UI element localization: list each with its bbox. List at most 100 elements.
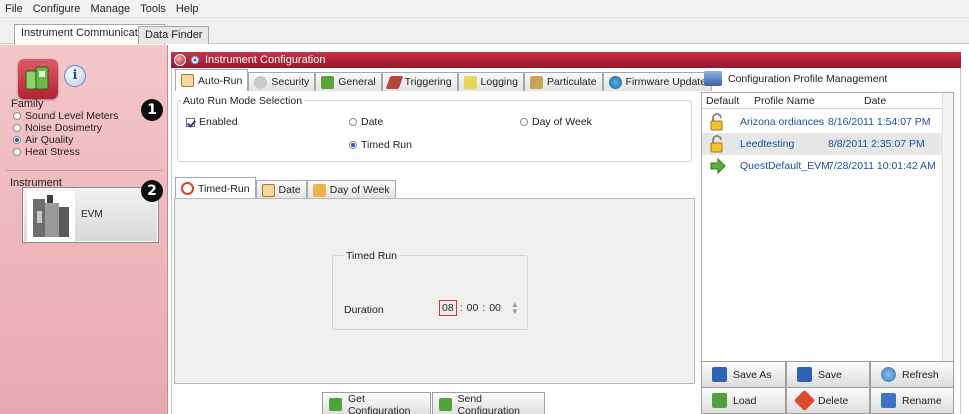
button-label: Save As bbox=[733, 368, 772, 381]
column-default[interactable]: Default bbox=[706, 95, 739, 107]
load-button[interactable]: Load bbox=[701, 387, 786, 414]
lock-icon bbox=[710, 113, 723, 131]
family-option-label: Sound Level Meters bbox=[25, 110, 119, 122]
gear-icon bbox=[189, 54, 201, 66]
tab-triggering[interactable]: Triggering bbox=[381, 72, 458, 91]
menu-help[interactable]: Help bbox=[176, 3, 199, 15]
mode-option-date[interactable]: Date bbox=[349, 116, 383, 128]
calendar-week-icon bbox=[312, 183, 326, 197]
logging-icon bbox=[463, 75, 477, 89]
auto-run-mode-group bbox=[177, 100, 692, 162]
radio-icon[interactable] bbox=[13, 148, 21, 156]
profile-date: 8/16/2011 1:54:07 PM bbox=[828, 116, 931, 128]
close-icon[interactable] bbox=[174, 54, 186, 66]
delete-button[interactable]: Delete bbox=[786, 387, 870, 414]
duration-time-input[interactable]: 08 : 00 : 00 ▲ ▼ bbox=[439, 300, 519, 316]
save-button[interactable]: Save bbox=[786, 361, 870, 388]
menu-manage[interactable]: Manage bbox=[90, 3, 130, 15]
family-option-label: Noise Dosimetry bbox=[25, 122, 103, 134]
download-icon bbox=[329, 398, 342, 411]
config-title: Instrument Configuration bbox=[205, 54, 326, 66]
security-icon bbox=[254, 75, 268, 89]
radio-icon[interactable] bbox=[520, 118, 528, 126]
mode-option-timed-run[interactable]: Timed Run bbox=[349, 139, 412, 151]
tab-label: Security bbox=[271, 76, 310, 88]
callout-badge-1: 1 bbox=[141, 99, 163, 121]
tab-label: Firmware Update bbox=[625, 76, 707, 88]
tab-security[interactable]: Security bbox=[248, 72, 316, 91]
family-group: Family Sound Level Meters Noise Dosimetr… bbox=[6, 97, 162, 169]
time-separator: : bbox=[459, 302, 463, 314]
family-option-label: Heat Stress bbox=[25, 146, 80, 158]
divider bbox=[6, 170, 162, 171]
auto-run-mode-title: Auto Run Mode Selection bbox=[181, 95, 305, 107]
menu-bar: File Configure Manage Tools Help bbox=[0, 0, 969, 18]
radio-icon[interactable] bbox=[13, 112, 21, 120]
delete-icon bbox=[793, 389, 816, 412]
profile-management-title: Configuration Profile Management bbox=[728, 72, 888, 85]
instrument-photo-icon bbox=[27, 191, 75, 241]
family-option-label: Air Quality bbox=[25, 134, 74, 146]
info-icon[interactable]: i bbox=[64, 65, 86, 87]
globe-icon bbox=[608, 75, 622, 89]
tab-label: Timed-Run bbox=[198, 182, 250, 195]
alarm-clock-icon bbox=[181, 182, 194, 195]
mode-option-day-of-week[interactable]: Day of Week bbox=[520, 116, 592, 128]
duration-label: Duration bbox=[344, 304, 384, 316]
mode-tab-strip: Timed-Run Date Day of Week bbox=[175, 175, 396, 199]
radio-icon[interactable] bbox=[349, 118, 357, 126]
radio-selected-icon[interactable] bbox=[13, 136, 21, 144]
column-date[interactable]: Date bbox=[864, 95, 886, 107]
enabled-checkbox[interactable]: Enabled bbox=[186, 116, 238, 128]
profile-row[interactable]: QuestDefault_EVM 7/28/2011 10:01:42 AM bbox=[702, 155, 943, 177]
radio-icon[interactable] bbox=[13, 124, 21, 132]
duration-minutes[interactable]: 00 bbox=[467, 302, 479, 314]
tab-date[interactable]: Date bbox=[255, 180, 307, 199]
profile-date: 8/8/2011 2:35:07 PM bbox=[828, 138, 925, 150]
profile-management-header: Configuration Profile Management bbox=[704, 71, 887, 86]
profile-scrollbar[interactable] bbox=[942, 93, 953, 361]
profile-row[interactable]: Arizona ordiances 8/16/2011 1:54:07 PM bbox=[702, 111, 943, 133]
mode-option-label: Timed Run bbox=[361, 139, 412, 151]
refresh-button[interactable]: Refresh bbox=[870, 361, 954, 388]
family-option-sound-level-meters[interactable]: Sound Level Meters bbox=[13, 110, 118, 122]
family-option-air-quality[interactable]: Air Quality bbox=[13, 134, 73, 146]
column-profile-name[interactable]: Profile Name bbox=[754, 95, 815, 107]
radio-selected-icon[interactable] bbox=[349, 141, 357, 149]
instrument-logo-icon[interactable] bbox=[18, 59, 58, 99]
button-label: Get Configuration bbox=[347, 392, 411, 414]
profile-row-selected[interactable]: Leedtesting 8/8/2011 2:35:07 PM bbox=[702, 133, 943, 155]
menu-configure[interactable]: Configure bbox=[33, 3, 81, 15]
send-configuration-button[interactable]: Send Configuration bbox=[432, 392, 545, 414]
rename-button[interactable]: Rename bbox=[870, 387, 954, 414]
duration-hours[interactable]: 08 bbox=[439, 300, 457, 316]
tab-particulate[interactable]: Particulate bbox=[523, 72, 603, 91]
duration-seconds[interactable]: 00 bbox=[489, 302, 501, 314]
menu-file[interactable]: File bbox=[5, 3, 23, 15]
tab-general[interactable]: General bbox=[315, 72, 382, 91]
general-icon bbox=[321, 75, 335, 89]
calendar-icon bbox=[261, 183, 275, 197]
menu-tools[interactable]: Tools bbox=[140, 3, 166, 15]
save-as-button[interactable]: Save As bbox=[701, 361, 786, 388]
profile-name: QuestDefault_EVM bbox=[740, 160, 830, 172]
family-option-noise-dosimetry[interactable]: Noise Dosimetry bbox=[13, 122, 102, 134]
tab-logging[interactable]: Logging bbox=[457, 72, 524, 91]
checkbox-checked-icon[interactable] bbox=[186, 117, 195, 127]
instrument-card-evm[interactable]: EVM bbox=[22, 187, 159, 243]
tab-label: Date bbox=[278, 184, 301, 196]
refresh-icon bbox=[881, 367, 896, 382]
tab-label: Particulate bbox=[546, 76, 597, 88]
tab-timed-run[interactable]: Timed-Run bbox=[175, 177, 256, 199]
get-configuration-button[interactable]: Get Configuration bbox=[322, 392, 431, 414]
tab-firmware-update[interactable]: Firmware Update bbox=[602, 72, 713, 91]
tab-day-of-week[interactable]: Day of Week bbox=[306, 180, 396, 199]
particulate-icon bbox=[529, 75, 543, 89]
tab-data-finder[interactable]: Data Finder bbox=[138, 26, 210, 44]
spinner-arrows-icon[interactable]: ▲ ▼ bbox=[511, 301, 519, 316]
arrow-right-icon bbox=[710, 157, 726, 175]
tab-auto-run[interactable]: Auto-Run bbox=[175, 69, 249, 91]
calendar-icon bbox=[181, 74, 194, 87]
family-option-heat-stress[interactable]: Heat Stress bbox=[13, 146, 80, 158]
enabled-label: Enabled bbox=[199, 116, 238, 128]
